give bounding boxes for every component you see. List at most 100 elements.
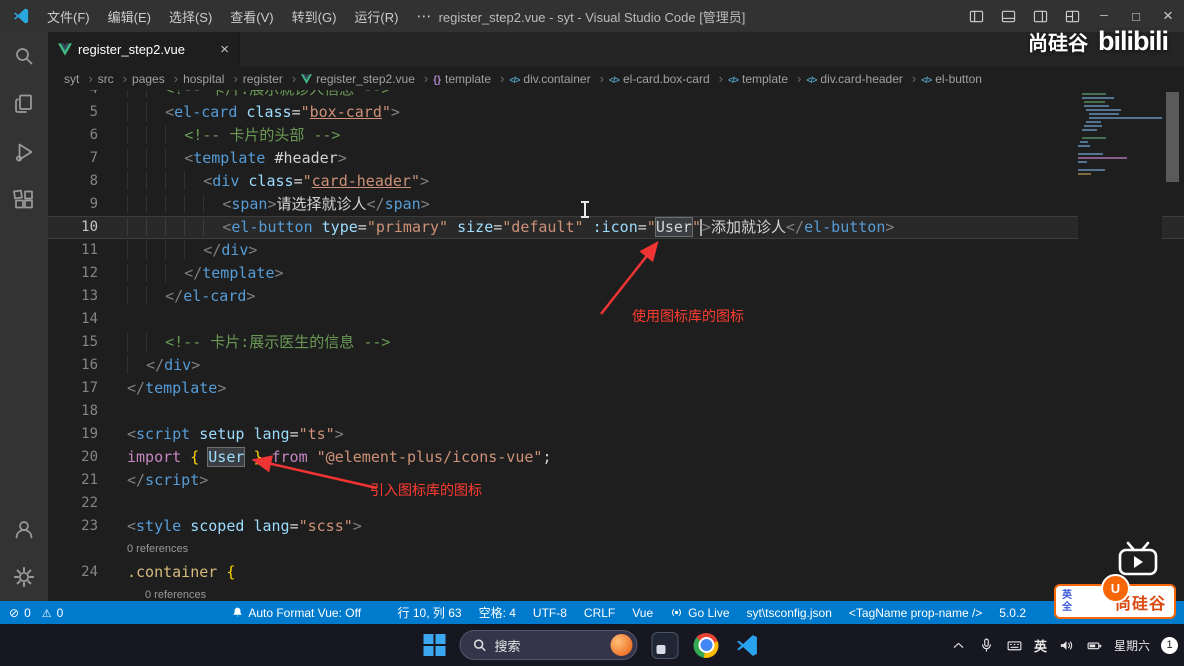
- menu-selection[interactable]: 选择(S): [160, 0, 221, 32]
- toggle-panel-icon[interactable]: [992, 0, 1024, 32]
- menu-file[interactable]: 文件(F): [38, 0, 99, 32]
- code-line-17[interactable]: 17 </template>: [48, 377, 1184, 400]
- tray-mic-icon[interactable]: [978, 637, 995, 654]
- code-line-22[interactable]: 22: [48, 492, 1184, 515]
- code-line-4[interactable]: 4 <!-- 卡片:展示就诊人信息 -->: [48, 90, 1184, 101]
- minimap[interactable]: [1078, 90, 1162, 601]
- code-line-11[interactable]: 11 </div>: [48, 239, 1184, 262]
- codelens-row[interactable]: 0 references: [48, 538, 1184, 561]
- codelens-row[interactable]: 0 references: [48, 584, 1184, 601]
- menu-view[interactable]: 查看(V): [221, 0, 282, 32]
- title-bar: 文件(F) 编辑(E) 选择(S) 查看(V) 转到(G) 运行(R) regi…: [0, 0, 1184, 32]
- vscode-app-icon[interactable]: [734, 632, 761, 659]
- explorer-icon[interactable]: [0, 80, 48, 128]
- tab-register-step2[interactable]: register_step2.vue: [48, 32, 240, 67]
- code-token: >: [267, 195, 277, 213]
- breadcrumb-item[interactable]: hospital: [183, 71, 243, 86]
- code-line-23[interactable]: 23 <style scoped lang="scss">: [48, 515, 1184, 538]
- breadcrumb-item-symbol[interactable]: template: [433, 71, 509, 86]
- code-line-19[interactable]: 19 <script setup lang="ts">: [48, 423, 1184, 446]
- code-line-13[interactable]: 13 </el-card>: [48, 285, 1184, 308]
- tab-close-icon[interactable]: [220, 41, 229, 58]
- code-line-16[interactable]: 16 </div>: [48, 354, 1184, 377]
- eol-status[interactable]: CRLF: [584, 606, 615, 620]
- breadcrumb-item-file[interactable]: register_step2.vue: [301, 71, 433, 86]
- menu-goto[interactable]: 转到(G): [283, 0, 346, 32]
- auto-format-status[interactable]: Auto Format Vue: Off: [231, 606, 361, 620]
- notification-badge[interactable]: 1: [1161, 636, 1178, 654]
- code-line-9[interactable]: 9 <span>请选择就诊人</span>: [48, 193, 1184, 216]
- settings-gear-icon[interactable]: [0, 553, 48, 601]
- chrome-app-icon[interactable]: [693, 632, 720, 659]
- toggle-sidebar-icon[interactable]: [960, 0, 992, 32]
- run-debug-icon[interactable]: [0, 128, 48, 176]
- minimap-line: [1082, 97, 1114, 99]
- indentation-status[interactable]: 空格: 4: [479, 604, 516, 621]
- minimap-line: [1078, 145, 1090, 147]
- code-token: div: [164, 356, 192, 374]
- code-token: size: [457, 218, 494, 236]
- menu-run[interactable]: 运行(R): [345, 0, 407, 32]
- go-live-button[interactable]: Go Live: [670, 606, 730, 620]
- code-token: 添加就诊人: [711, 218, 787, 236]
- breadcrumb-item-symbol[interactable]: template: [728, 71, 806, 86]
- code-line-14[interactable]: 14: [48, 308, 1184, 331]
- minimap-line: [1078, 161, 1087, 163]
- problems-indicator[interactable]: 0 0: [9, 606, 63, 620]
- tray-date[interactable]: 星期六: [1114, 637, 1150, 654]
- breadcrumb-item-symbol[interactable]: div.container: [509, 71, 609, 86]
- code-line-7[interactable]: 7 <template #header>: [48, 147, 1184, 170]
- extension-version[interactable]: 5.0.2: [999, 606, 1026, 620]
- breadcrumb-item-symbol[interactable]: el-button: [921, 72, 982, 86]
- code-line-15[interactable]: 15 <!-- 卡片:展示医生的信息 -->: [48, 331, 1184, 354]
- tray-chevron-up-icon[interactable]: [950, 637, 967, 654]
- extensions-icon[interactable]: [0, 176, 48, 224]
- windows-start-icon[interactable]: [423, 634, 446, 656]
- code-token: </: [146, 356, 165, 374]
- code-line-18[interactable]: 18: [48, 400, 1184, 423]
- line-number: 8: [89, 173, 98, 189]
- language-mode[interactable]: Vue: [632, 606, 653, 620]
- search-highlight-image[interactable]: [610, 634, 633, 656]
- code-line-6[interactable]: 6 <!-- 卡片的头部 -->: [48, 124, 1184, 147]
- code-line-10[interactable]: 10 <el-button type="primary" size="defau…: [48, 216, 1184, 239]
- code-line-12[interactable]: 12 </template>: [48, 262, 1184, 285]
- code-line-21[interactable]: 21 </script>: [48, 469, 1184, 492]
- code-line-20[interactable]: 20 import { User } from "@element-plus/ic…: [48, 446, 1184, 469]
- breadcrumb-item[interactable]: src: [98, 71, 132, 86]
- breadcrumb-item[interactable]: syt: [64, 71, 98, 86]
- editor[interactable]: 4 <!-- 卡片:展示就诊人信息 -->5 <el-card class="b…: [48, 90, 1184, 601]
- search-icon[interactable]: [0, 32, 48, 80]
- tag-hint-status[interactable]: <TagName prop-name />: [849, 606, 982, 620]
- breadcrumb-item[interactable]: pages: [132, 71, 183, 86]
- code-area[interactable]: 4 <!-- 卡片:展示就诊人信息 -->5 <el-card class="b…: [48, 90, 1184, 601]
- breadcrumb-item[interactable]: register: [243, 71, 301, 86]
- cursor-position[interactable]: 行 10, 列 63: [398, 604, 462, 621]
- ime-indicator[interactable]: 英: [1034, 636, 1047, 655]
- code-token: "ts": [298, 425, 335, 443]
- tray-battery-icon[interactable]: [1086, 637, 1103, 654]
- encoding-status[interactable]: UTF-8: [533, 606, 567, 620]
- menu-edit[interactable]: 编辑(E): [99, 0, 160, 32]
- code-line-24[interactable]: 24 .container {: [48, 561, 1184, 584]
- breadcrumb-item-symbol[interactable]: div.card-header: [806, 71, 921, 86]
- code-token: =: [291, 103, 301, 121]
- watermark-brand-text: 尚硅谷: [1028, 33, 1088, 55]
- more-menus-icon[interactable]: [407, 0, 440, 32]
- tray-keyboard-icon[interactable]: [1006, 637, 1023, 654]
- tray-volume-icon[interactable]: [1058, 637, 1075, 654]
- code-token: >: [199, 471, 209, 489]
- tsconfig-status[interactable]: syt\tsconfig.json: [747, 606, 832, 620]
- taskbar-search-input[interactable]: 搜索: [459, 630, 638, 660]
- breadcrumb-item-symbol[interactable]: el-card.box-card: [609, 71, 728, 86]
- code-token: >: [701, 218, 711, 236]
- code-line-8[interactable]: 8 <div class="card-header">: [48, 170, 1184, 193]
- bell-icon: [233, 607, 242, 617]
- account-icon[interactable]: [0, 505, 48, 553]
- line-number: 15: [81, 334, 98, 350]
- code-line-5[interactable]: 5 <el-card class="box-card">: [48, 101, 1184, 124]
- scrollbar-thumb[interactable]: [1166, 92, 1179, 182]
- file-explorer-app-icon[interactable]: [651, 631, 679, 659]
